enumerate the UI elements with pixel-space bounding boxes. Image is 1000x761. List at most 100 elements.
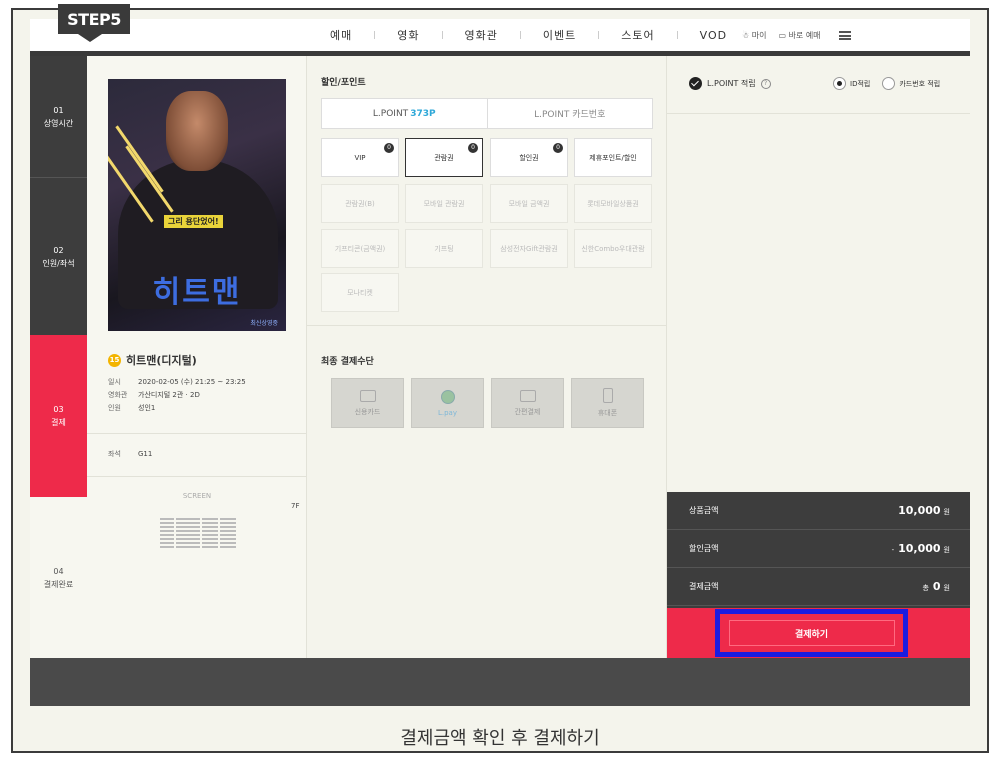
footer-bar	[30, 658, 970, 706]
poster-logo: 히트맨	[152, 275, 242, 310]
highlight-box: 결제하기	[715, 609, 908, 657]
menu-item-store[interactable]: 스토어	[621, 27, 654, 43]
seat-map-thumbnail	[160, 516, 236, 548]
coupon-label: 기프팅	[434, 244, 454, 253]
step-showtime[interactable]: 01 상영시간	[30, 56, 87, 177]
coupon-discount[interactable]: 할인권 0	[490, 138, 568, 177]
main-menu: 예매 영화 영화관 이벤트 스토어 VOD	[330, 19, 727, 51]
step-number: 01	[53, 105, 64, 115]
lpay-icon	[440, 389, 455, 404]
coupon-mobile-voucher: 모바일 금액권	[490, 184, 568, 223]
lpoint-save-checkbox[interactable]: L.POINT 적립 ?	[689, 77, 771, 90]
phone-icon	[602, 388, 613, 403]
lpoint-label: L.POINT	[372, 108, 409, 119]
amount: 10,000	[898, 542, 941, 555]
summary-value: 총0원	[922, 580, 950, 593]
coupon-label: 제휴포인트/할인	[589, 153, 637, 162]
seat-key: 좌석	[108, 450, 121, 458]
detail-row: 인원 성인1	[108, 402, 246, 415]
pay-method-phone[interactable]: 휴대폰	[571, 378, 644, 428]
radio-empty-icon	[882, 77, 896, 90]
summary-value: -10,000 원	[892, 542, 950, 555]
divider	[87, 433, 307, 434]
coupon-label: 롯데모바일상품권	[587, 199, 639, 208]
top-navigation: 예매 영화 영화관 이벤트 스토어 VOD ☃ 마이 ▭ 바로 예매	[30, 19, 970, 51]
pay-method-credit-card[interactable]: 신용카드	[331, 378, 404, 428]
menu-item-booking[interactable]: 예매	[330, 27, 352, 43]
coupon-partner-points[interactable]: 제휴포인트/할인	[574, 138, 652, 177]
radio-id-save[interactable]: ID적립	[833, 77, 870, 90]
lpoint-tabs: L.POINT 373P L.POINT 카드번호	[321, 98, 653, 129]
floor-label: 7F	[291, 502, 300, 510]
help-icon[interactable]: ?	[760, 78, 771, 89]
hamburger-menu-icon[interactable]	[838, 30, 851, 40]
radio-card-save[interactable]: 카드번호 적립	[882, 77, 940, 90]
amount-prefix: -	[891, 546, 895, 554]
coupon-mona-ticket: 모나티켓	[321, 273, 399, 312]
pay-method-lpay[interactable]: L.pay	[411, 378, 484, 428]
my-page-link[interactable]: ☃ 마이	[742, 30, 766, 41]
easy-pay-icon	[519, 389, 536, 402]
menu-separator	[519, 31, 521, 39]
step-people-seat[interactable]: 02 인원/좌석	[30, 177, 87, 335]
lpoint-save-bar: L.POINT 적립 ? ID적립 카드번호 적립	[667, 56, 970, 114]
coupon-count-badge: 0	[384, 143, 394, 153]
lpoint-tab[interactable]: L.POINT 373P	[322, 99, 487, 128]
step-number: 03	[53, 405, 64, 414]
step-tag: STEP5	[58, 4, 130, 42]
detail-value: 가산디지털 2관 · 2D	[138, 391, 200, 399]
coupon-count-badge: 0	[468, 143, 478, 153]
pay-button[interactable]: 결제하기	[728, 620, 895, 646]
poster-figure-face	[166, 91, 228, 171]
menu-item-movie[interactable]: 영화	[397, 27, 419, 43]
step-number: 02	[53, 245, 64, 255]
step-payment-active[interactable]: 03 결제	[30, 335, 87, 497]
divider	[87, 476, 307, 477]
step-sidebar: 01 상영시간 02 인원/좌석 03 결제 04 결제완료	[30, 56, 87, 658]
menu-separator	[441, 31, 443, 39]
detail-key: 영화관	[108, 391, 128, 399]
summary-label: 할인금액	[689, 544, 719, 553]
radio-label: ID적립	[850, 79, 871, 88]
amount: 10,000	[898, 504, 941, 517]
movie-poster: 그리 용단었어! 히트맨 최신상영중	[108, 79, 286, 331]
seat-block	[160, 516, 174, 548]
lpoint-save-label: L.POINT 적립	[707, 79, 756, 88]
save-method-radios: ID적립 카드번호 적립	[833, 77, 940, 90]
quick-booking-link[interactable]: ▭ 바로 예매	[778, 30, 820, 41]
lpoint-card-tab[interactable]: L.POINT 카드번호	[486, 99, 653, 128]
pay-method-label: 신용카드	[354, 407, 381, 416]
currency-unit: 원	[943, 584, 950, 592]
detail-key: 인원	[108, 404, 121, 412]
currency-unit: 원	[943, 508, 950, 516]
summary-row-product: 상품금액 10,000 원	[667, 492, 970, 530]
utility-menu: ☃ 마이 ▭ 바로 예매	[742, 19, 851, 51]
coupon-label: 관람권(B)	[345, 199, 375, 208]
coupon-label: 관람권	[434, 153, 454, 162]
radio-selected-icon	[833, 77, 846, 90]
menu-item-theater[interactable]: 영화관	[465, 27, 498, 43]
movie-details: 일시 2020-02-05 (수) 21:25 ~ 23:25 영화관 가산디지털 …	[108, 376, 246, 415]
summary-label: 상품금액	[689, 506, 719, 515]
coupon-ticket-b: 관람권(B)	[321, 184, 399, 223]
menu-item-event[interactable]: 이벤트	[543, 27, 576, 43]
currency-unit: 원	[943, 546, 950, 554]
my-page-label: 마이	[751, 30, 767, 40]
coupon-gifting: 기프팅	[405, 229, 483, 268]
detail-value: 성인1	[138, 404, 156, 412]
payment-method-title: 최종 결제수단	[321, 357, 374, 367]
summary-row-discount: 할인금액 -10,000 원	[667, 530, 970, 568]
coupon-vip[interactable]: VIP 0	[321, 138, 399, 177]
image-caption: 결제금액 확인 후 결제하기	[400, 728, 600, 749]
step-label: 상영시간	[43, 118, 74, 128]
coupon-ticket-selected[interactable]: 관람권 0	[405, 138, 483, 177]
pay-method-easy-pay[interactable]: 간편결제	[491, 378, 564, 428]
pay-method-label: 간편결제	[514, 407, 541, 416]
quick-booking-label: 바로 예매	[788, 30, 821, 40]
coupon-lotte-mobile: 롯데모바일상품권	[574, 184, 652, 223]
coupon-mobile-ticket: 모바일 관람권	[405, 184, 483, 223]
coupon-label: 모바일 관람권	[423, 199, 465, 208]
menu-item-vod[interactable]: VOD	[700, 29, 727, 42]
step-complete: 04 결제완료	[30, 497, 87, 658]
step-number: 04	[53, 566, 64, 576]
